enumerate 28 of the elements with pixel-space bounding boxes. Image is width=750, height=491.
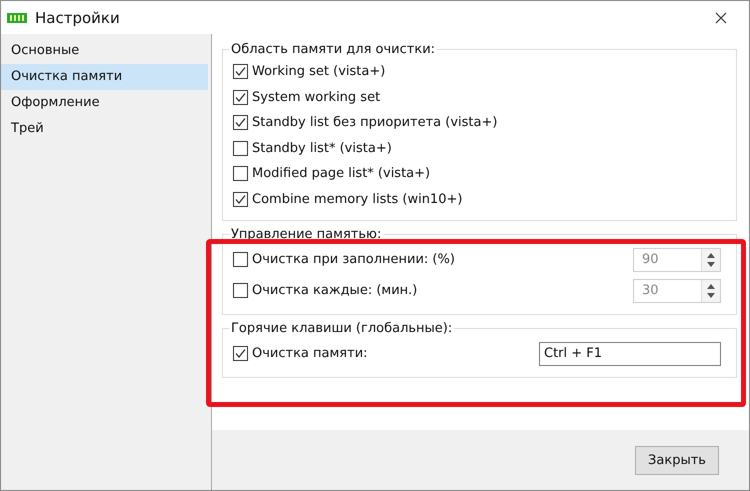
checkbox[interactable] xyxy=(233,140,248,156)
option-label: Очистка памяти: xyxy=(252,346,368,361)
sidebar-item[interactable]: Очистка памяти xyxy=(1,64,208,90)
option-label: Standby list* (vista+) xyxy=(252,140,392,156)
group-title: Горячие клавиши (глобальные): xyxy=(230,321,454,336)
option-label: Standby list без приоритета (vista+) xyxy=(252,115,498,130)
checkbox[interactable] xyxy=(233,166,248,182)
hotkey-field[interactable]: Ctrl + F1 xyxy=(539,342,721,366)
option-label: Очистка при заполнении: (%) xyxy=(252,252,455,267)
checkbox[interactable] xyxy=(233,90,248,105)
option-label: Modified page list* (vista+) xyxy=(252,166,430,182)
sidebar-item[interactable]: Основные xyxy=(1,38,208,64)
checkbox[interactable] xyxy=(233,115,248,130)
checkbox[interactable] xyxy=(233,346,248,361)
close-button[interactable]: Закрыть xyxy=(635,446,719,474)
option-label: Combine memory lists (win10+) xyxy=(252,192,462,207)
app-icon xyxy=(7,12,27,22)
group-title: Управление памятью: xyxy=(230,227,382,242)
window-title: Настройки xyxy=(35,8,120,26)
sidebar-item[interactable]: Оформление xyxy=(1,90,208,116)
close-icon[interactable] xyxy=(715,12,727,24)
option-label: Working set (vista+) xyxy=(252,64,386,80)
sidebar-item[interactable]: Трей xyxy=(1,116,208,142)
checkbox[interactable] xyxy=(233,64,248,80)
group-title: Область памяти для очистки: xyxy=(230,42,436,57)
option-label: Очистка каждые: (мин.) xyxy=(252,283,418,298)
option-label: System working set xyxy=(252,90,380,105)
checkbox[interactable] xyxy=(233,192,248,207)
